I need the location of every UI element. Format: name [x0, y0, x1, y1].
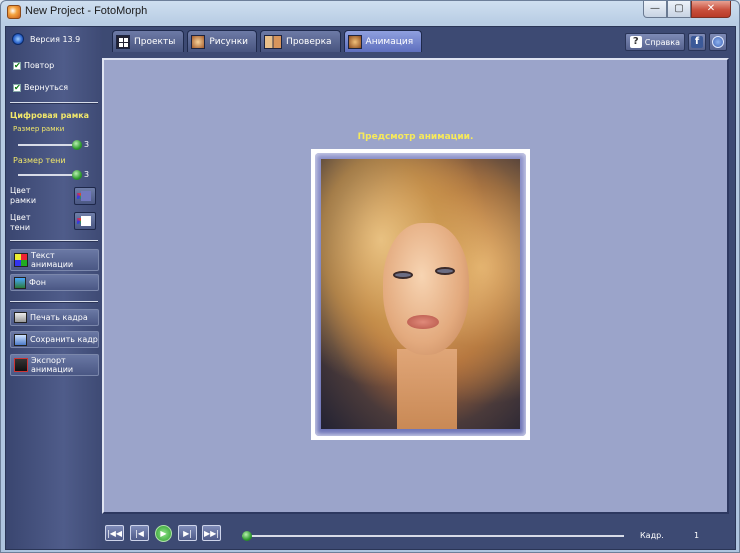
shadow-color-button[interactable]	[74, 212, 96, 230]
digital-frame-heading: Цифровая рамка	[10, 111, 90, 120]
shadow-color-swatch	[81, 216, 91, 226]
slider-knob[interactable]	[72, 140, 82, 150]
facebook-icon: f	[691, 36, 703, 48]
window-controls: — ▢ ✕	[643, 1, 731, 18]
save-frame-button[interactable]: Сохранить кадр	[10, 331, 99, 348]
player-bar: |◀◀ |◀ ▶ ▶| ▶▶| Кадр. 1	[102, 514, 735, 548]
check-icon: ✔	[13, 82, 21, 92]
version-row: Версия 13.9	[12, 33, 80, 45]
divider	[10, 301, 98, 303]
play-button[interactable]: ▶	[155, 525, 172, 542]
title-bar[interactable]: New Project - FotoMorph — ▢ ✕	[1, 1, 739, 23]
text-icon	[14, 253, 28, 267]
frame-color-button[interactable]	[74, 187, 96, 205]
question-icon: ?	[629, 36, 642, 48]
tab-check[interactable]: Проверка	[260, 30, 341, 52]
divider	[10, 240, 98, 242]
film-icon	[14, 358, 28, 372]
help-button[interactable]: ? Справка	[624, 33, 685, 51]
background-button[interactable]: Фон	[10, 274, 99, 291]
next-frame-button[interactable]: ▶|	[178, 525, 197, 541]
version-label: Версия 13.9	[30, 34, 81, 44]
animation-frame-image	[321, 159, 520, 429]
check-icon: ✔	[13, 60, 21, 70]
text-animation-button[interactable]: Текст анимации	[10, 249, 99, 271]
first-frame-button[interactable]: |◀◀	[105, 525, 124, 541]
shadow-color-label: Цвет тени	[10, 213, 31, 232]
return-checkbox[interactable]: ✔ Вернуться	[13, 83, 68, 92]
shadow-size-value: 3	[84, 170, 90, 179]
prev-frame-button[interactable]: |◀	[130, 525, 149, 541]
frame-size-value: 3	[84, 140, 90, 149]
tab-bar: Проекты Рисунки Проверка Анимация	[112, 30, 423, 52]
tab-projects[interactable]: Проекты	[112, 30, 185, 52]
repeat-label: Повтор	[24, 61, 55, 70]
save-icon	[14, 333, 27, 346]
tab-animation[interactable]: Анимация	[343, 30, 423, 52]
shadow-size-slider[interactable]	[18, 170, 82, 180]
slider-knob[interactable]	[72, 170, 82, 180]
app-window: New Project - FotoMorph — ▢ ✕ Версия 13.…	[0, 0, 740, 553]
last-frame-button[interactable]: ▶▶|	[202, 525, 221, 541]
printer-icon	[14, 312, 27, 323]
shadow-size-label: Размер тени	[13, 156, 66, 165]
picture-icon	[191, 34, 206, 49]
print-frame-button[interactable]: Печать кадра	[10, 309, 99, 326]
minimize-button[interactable]: —	[643, 1, 667, 18]
grid-icon	[116, 34, 130, 49]
client-area: Версия 13.9 ✔ Повтор ✔ Вернуться Цифрова…	[5, 26, 736, 550]
frame-color-label: Цвет рамки	[10, 186, 37, 205]
sidebar: Версия 13.9 ✔ Повтор ✔ Вернуться Цифрова…	[6, 27, 102, 549]
background-icon	[14, 276, 26, 289]
preview-title: Предсмотр анимации.	[357, 132, 474, 142]
window-title: New Project - FotoMorph	[25, 5, 148, 17]
frame-size-label: Размер рамки	[13, 125, 65, 133]
close-button[interactable]: ✕	[691, 1, 731, 18]
preview-panel: Предсмотр анимации.	[102, 58, 729, 514]
digital-frame	[315, 153, 526, 436]
top-right-tools: ? Справка f	[624, 33, 727, 51]
frame-size-slider[interactable]	[18, 140, 82, 150]
frame-label: Кадр.	[640, 531, 664, 540]
export-animation-button[interactable]: Экспорт анимации	[10, 354, 99, 376]
preview-canvas	[311, 149, 530, 440]
timeline-slider[interactable]	[242, 531, 624, 541]
web-button[interactable]	[709, 33, 727, 51]
facebook-button[interactable]: f	[688, 33, 706, 51]
maximize-button[interactable]: ▢	[667, 1, 691, 18]
globe-icon	[712, 36, 724, 48]
timeline-knob[interactable]	[242, 531, 252, 541]
animation-icon	[347, 34, 362, 49]
morph-icon	[264, 34, 283, 49]
frame-number: 1	[694, 531, 700, 540]
tab-pictures[interactable]: Рисунки	[187, 30, 258, 52]
app-icon	[7, 5, 21, 19]
repeat-checkbox[interactable]: ✔ Повтор	[13, 61, 54, 70]
frame-color-swatch	[81, 191, 91, 201]
divider	[10, 102, 98, 104]
version-icon	[12, 33, 24, 45]
return-label: Вернуться	[24, 83, 69, 92]
